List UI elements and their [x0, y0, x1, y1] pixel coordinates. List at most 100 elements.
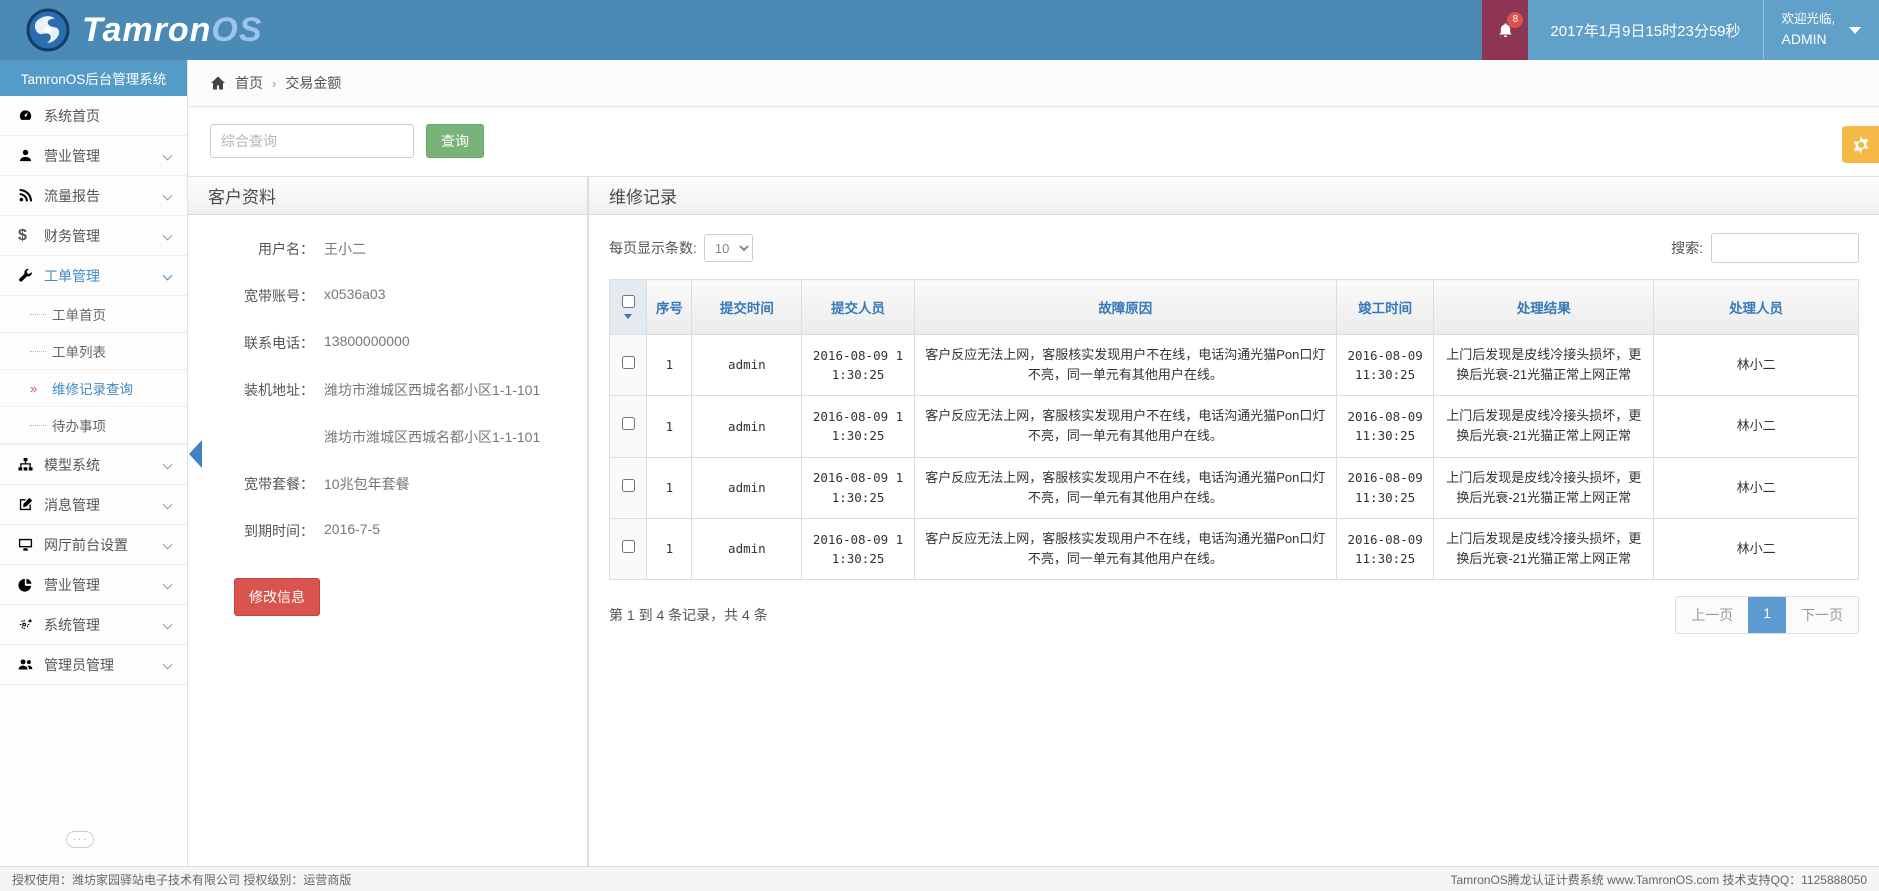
desktop-icon	[18, 537, 44, 552]
chevron-down-icon	[163, 271, 173, 281]
col-header-result[interactable]: 处理结果	[1434, 280, 1654, 335]
sidebar-item-message-mgmt[interactable]: 消息管理	[0, 485, 187, 525]
sidebar-item-system-mgmt[interactable]: 系统管理	[0, 605, 187, 645]
col-header-submitter[interactable]: 提交人员	[802, 280, 914, 335]
sort-caret-icon	[624, 314, 632, 319]
col-header-handler[interactable]: 处理人员	[1654, 280, 1859, 335]
tachometer-icon	[18, 108, 44, 123]
select-all-header[interactable]	[610, 280, 647, 335]
footer-license-text: 授权使用：潍坊家园驿站电子技术有限公司 授权级别：运营商版	[12, 871, 351, 888]
chevron-down-icon	[163, 660, 173, 670]
sitemap-icon	[18, 457, 44, 472]
notifications-button[interactable]: 8	[1482, 0, 1528, 60]
row-checkbox[interactable]	[622, 540, 635, 553]
chevron-down-icon	[163, 151, 173, 161]
wrench-icon	[18, 268, 44, 283]
top-header: TamronOS 8 2017年1月9日15时23分59秒 欢迎光临, ADMI…	[0, 0, 1879, 60]
table-row: 1 admin 2016-08-09 11:30:25 客户反应无法上网，客服核…	[610, 396, 1859, 457]
page-size-control: 每页显示条数: 10	[609, 234, 753, 262]
sidebar-item-admin-mgmt[interactable]: 管理员管理	[0, 645, 187, 685]
home-icon	[210, 75, 226, 91]
sidebar-sub-todo-items[interactable]: 待办事项	[0, 407, 187, 444]
tree-connector	[30, 351, 46, 352]
pagination-page-1[interactable]: 1	[1748, 597, 1786, 633]
field-contact-phone: 联系电话： 13800000000	[206, 333, 569, 353]
user-icon	[18, 148, 44, 163]
row-checkbox[interactable]	[622, 356, 635, 369]
tree-connector	[30, 314, 46, 315]
chevron-down-icon	[163, 540, 173, 550]
active-submenu-marker-icon: »	[30, 381, 46, 396]
page-size-label: 每页显示条数:	[609, 238, 697, 258]
repair-records-table: 序号 提交时间 提交人员 故障原因 竣工时间 处理结果 处理人员	[609, 279, 1859, 580]
pagination-next-button[interactable]: 下一页	[1786, 597, 1858, 633]
sidebar-item-business-mgmt-1[interactable]: 营业管理	[0, 136, 187, 176]
sidebar-item-model-system[interactable]: 模型系统	[0, 445, 187, 485]
field-broadband-plan: 宽带套餐： 10兆包年套餐	[206, 474, 569, 494]
sidebar-item-traffic-report[interactable]: 流量报告	[0, 176, 187, 216]
notification-count-badge: 8	[1507, 12, 1523, 28]
gear-icon	[1851, 135, 1871, 155]
chevron-down-icon	[163, 231, 173, 241]
customer-info-panel: 客户资料 用户名： 王小二 宽带账号： x0536a03 联系电话： 13800…	[188, 176, 587, 866]
admin-user-menu[interactable]: 欢迎光临, ADMIN	[1763, 0, 1879, 60]
field-install-address: 装机地址： 潍坊市潍城区西城名都小区1-1-101	[206, 380, 569, 400]
pagination: 上一页 1 下一页	[1675, 596, 1859, 634]
dollar-icon: $	[18, 227, 44, 245]
field-username: 用户名： 王小二	[206, 239, 569, 259]
select-all-checkbox[interactable]	[622, 295, 635, 308]
chevron-down-icon	[163, 460, 173, 470]
datetime-display: 2017年1月9日15时23分59秒	[1528, 0, 1762, 60]
chevron-down-icon	[163, 580, 173, 590]
chevron-down-icon	[1849, 27, 1861, 34]
tree-connector	[30, 425, 46, 426]
field-install-address-line2: 潍坊市潍城区西城名都小区1-1-101	[206, 427, 569, 447]
sidebar-title: TamronOS后台管理系统	[0, 60, 187, 96]
pie-chart-icon	[18, 577, 44, 592]
workorder-submenu: 工单首页 工单列表 » 维修记录查询 待办事项	[0, 296, 187, 445]
sidebar-item-finance-mgmt[interactable]: $ 财务管理	[0, 216, 187, 256]
sidebar-item-webhall-settings[interactable]: 网厅前台设置	[0, 525, 187, 565]
sidebar-item-business-mgmt-2[interactable]: 营业管理	[0, 565, 187, 605]
breadcrumb-current: 交易金额	[285, 73, 341, 93]
table-search-control: 搜索:	[1671, 233, 1859, 263]
field-expiry-date: 到期时间： 2016-7-5	[206, 521, 569, 541]
col-header-finish-time[interactable]: 竣工时间	[1336, 280, 1433, 335]
sidebar: TamronOS后台管理系统 系统首页 营业管理 流量报告 $ 财务管理	[0, 60, 188, 866]
table-row: 1 admin 2016-08-09 11:30:25 客户反应无法上网，客服核…	[610, 335, 1859, 396]
col-header-fault-reason[interactable]: 故障原因	[914, 280, 1336, 335]
col-header-seq[interactable]: 序号	[647, 280, 692, 335]
col-header-submit-time[interactable]: 提交时间	[692, 280, 802, 335]
sidebar-nav: 系统首页 营业管理 流量报告 $ 财务管理 工单管理	[0, 96, 187, 685]
table-header-row: 序号 提交时间 提交人员 故障原因 竣工时间 处理结果 处理人员	[610, 280, 1859, 335]
combined-search-input[interactable]	[210, 124, 414, 158]
row-checkbox[interactable]	[622, 417, 635, 430]
users-icon	[18, 657, 44, 672]
sidebar-item-workorder-mgmt[interactable]: 工单管理	[0, 256, 187, 296]
query-button[interactable]: 查询	[426, 124, 484, 158]
edit-icon	[18, 497, 44, 512]
breadcrumb-home-link[interactable]: 首页	[235, 73, 263, 93]
sidebar-item-system-home[interactable]: 系统首页	[0, 96, 187, 136]
table-search-input[interactable]	[1711, 233, 1859, 263]
repairs-panel-title: 维修记录	[589, 176, 1879, 215]
page-size-select[interactable]: 10	[704, 234, 753, 262]
edit-info-button[interactable]: 修改信息	[234, 578, 320, 616]
sidebar-sub-repair-record-query[interactable]: » 维修记录查询	[0, 370, 187, 407]
row-checkbox[interactable]	[622, 479, 635, 492]
chevron-down-icon	[163, 500, 173, 510]
table-row: 1 admin 2016-08-09 11:30:25 客户反应无法上网，客服核…	[610, 518, 1859, 579]
customer-panel-title: 客户资料	[188, 176, 587, 215]
field-broadband-account: 宽带账号： x0536a03	[206, 286, 569, 306]
sidebar-sub-workorder-home[interactable]: 工单首页	[0, 296, 187, 333]
welcome-text: 欢迎光临,	[1782, 10, 1835, 29]
sidebar-sub-workorder-list[interactable]: 工单列表	[0, 333, 187, 370]
globe-logo-icon	[26, 8, 70, 52]
settings-button[interactable]	[1842, 126, 1879, 163]
footer-product-text: TamronOS腾龙认证计费系统 www.TamronOS.com 技术支持QQ…	[1450, 871, 1867, 888]
pagination-prev-button[interactable]: 上一页	[1676, 597, 1748, 633]
page-footer: 授权使用：潍坊家园驿站电子技术有限公司 授权级别：运营商版 TamronOS腾龙…	[0, 866, 1879, 891]
sidebar-collapse-icon[interactable]	[66, 831, 94, 848]
main-content: 首页 › 交易金额 查询 客户资料 用户名： 王小二 宽带账号：	[188, 60, 1879, 866]
breadcrumb: 首页 › 交易金额	[188, 60, 1879, 107]
